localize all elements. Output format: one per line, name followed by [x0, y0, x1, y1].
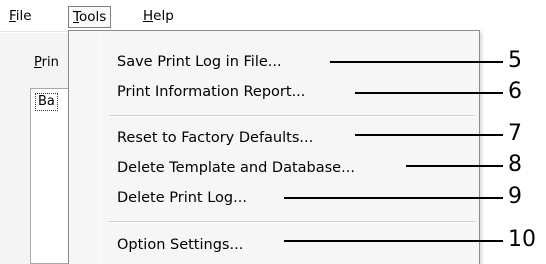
- menu-item-option-settings[interactable]: Option Settings...: [117, 236, 243, 254]
- menu-help[interactable]: Help: [139, 6, 178, 28]
- menu-file-mnemonic: F: [9, 8, 16, 24]
- menu-file-rest: ile: [15, 8, 32, 24]
- menu-bar: File Tools Help: [0, 0, 480, 32]
- menu-item-delete-print-log[interactable]: Delete Print Log...: [117, 189, 247, 207]
- menu-item-print-information-report[interactable]: Print Information Report...: [117, 83, 305, 101]
- callout-number-6: 6: [508, 79, 522, 104]
- callout-line-10: [284, 240, 503, 242]
- callout-number-9: 9: [508, 184, 522, 209]
- menu-item-delete-template-database[interactable]: Delete Template and Database...: [117, 159, 355, 177]
- tools-dropdown-menu: Save Print Log in File... Print Informat…: [68, 30, 480, 264]
- menu-help-mnemonic: H: [143, 8, 154, 24]
- background-label-rest: rin: [41, 55, 59, 70]
- menu-tools[interactable]: Tools: [68, 6, 112, 28]
- callout-line-6: [355, 92, 503, 94]
- menu-help-rest: elp: [153, 8, 174, 24]
- callout-number-10: 10: [508, 227, 536, 252]
- menu-file[interactable]: File: [5, 6, 36, 28]
- callout-line-8: [406, 165, 503, 167]
- callout-number-5: 5: [508, 48, 522, 73]
- menu-item-save-print-log[interactable]: Save Print Log in File...: [117, 53, 282, 71]
- callout-line-5: [330, 61, 503, 63]
- callout-line-9: [284, 197, 503, 199]
- background-field-label: Ba: [35, 93, 58, 111]
- callout-number-8: 8: [508, 152, 522, 177]
- menu-icon-gutter: [100, 33, 101, 264]
- menu-item-reset-factory-defaults[interactable]: Reset to Factory Defaults...: [117, 129, 313, 147]
- background-label-mnemonic: P: [34, 55, 42, 70]
- menu-tools-rest: ools: [78, 9, 107, 25]
- background-label: Prin: [34, 55, 59, 70]
- menu-separator: [109, 221, 475, 223]
- callout-number-7: 7: [508, 121, 522, 146]
- callout-line-7: [355, 134, 503, 136]
- menu-separator: [109, 115, 475, 117]
